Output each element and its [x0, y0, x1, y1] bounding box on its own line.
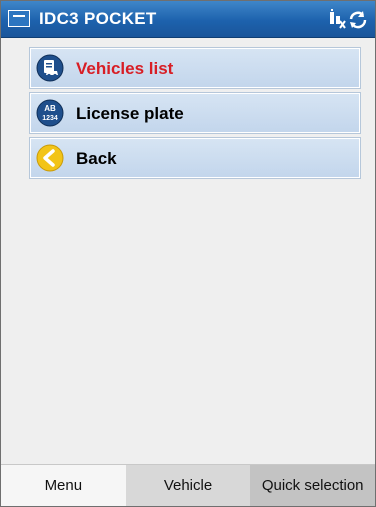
license-plate-icon: AB 1234	[36, 99, 64, 127]
tab-quick-selection[interactable]: Quick selection	[250, 465, 375, 506]
bottom-tab-bar: Menu Vehicle Quick selection	[1, 464, 375, 506]
sync-icon	[349, 11, 367, 29]
connectivity-icon	[330, 9, 346, 29]
menu-item-vehicles-list[interactable]: Vehicles list	[30, 48, 360, 88]
main-menu: Vehicles list AB 1234 License plate Back	[30, 48, 360, 183]
vehicles-list-icon	[36, 54, 64, 82]
license-plate-icon-bottom: 1234	[42, 115, 58, 122]
back-arrow-icon	[36, 144, 64, 172]
app-logo-icon	[8, 10, 30, 27]
menu-item-label: License plate	[76, 104, 184, 123]
menu-item-label: Back	[76, 149, 117, 168]
license-plate-icon-top: AB	[44, 104, 56, 113]
app-title: IDC3 POCKET	[39, 9, 157, 28]
tab-vehicle[interactable]: Vehicle	[125, 465, 251, 506]
tab-menu[interactable]: Menu	[1, 465, 126, 506]
menu-item-license-plate[interactable]: AB 1234 License plate	[30, 93, 360, 133]
status-icons	[330, 9, 367, 29]
menu-item-back[interactable]: Back	[30, 138, 360, 178]
app-window: IDC3 POCKET Vehicles list AB 1234 Licens…	[0, 0, 376, 507]
menu-item-label: Vehicles list	[76, 59, 174, 78]
title-bar: IDC3 POCKET	[1, 1, 375, 38]
